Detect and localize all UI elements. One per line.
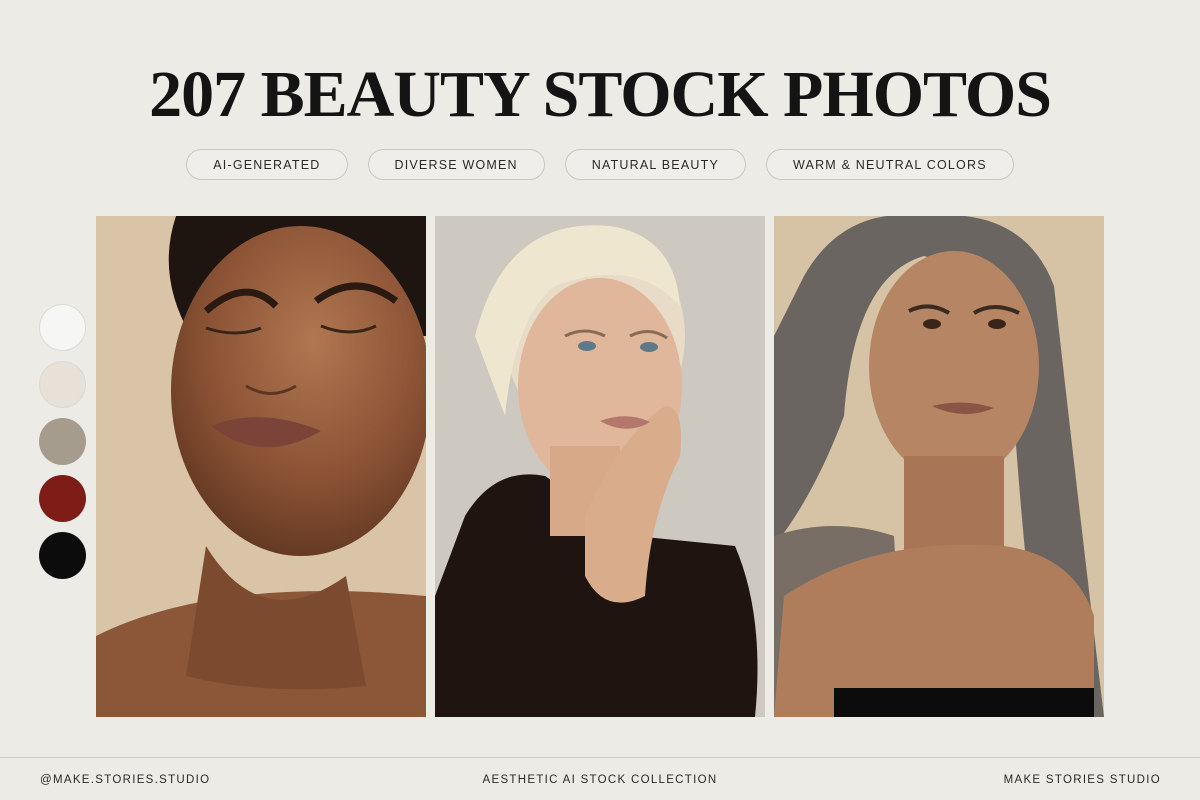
- tag-ai-generated[interactable]: AI-GENERATED: [186, 149, 348, 180]
- swatch-burgundy: [39, 475, 86, 522]
- swatch-cream: [39, 361, 86, 408]
- color-palette: [39, 304, 86, 579]
- swatch-taupe: [39, 418, 86, 465]
- photo-woman-eyes-closed: [96, 216, 426, 717]
- tag-diverse-women[interactable]: DIVERSE WOMEN: [367, 149, 545, 180]
- page-title: 207 BEAUTY STOCK PHOTOS: [149, 58, 1052, 131]
- swatch-white: [39, 304, 86, 351]
- tag-natural-beauty[interactable]: NATURAL BEAUTY: [564, 149, 746, 180]
- swatch-black: [39, 532, 86, 579]
- photo-woman-long-grey-hair: [774, 216, 1104, 717]
- tag-list: AI-GENERATED DIVERSE WOMEN NATURAL BEAUT…: [0, 149, 1200, 180]
- footer-divider: [0, 757, 1200, 758]
- photo-older-woman-blonde: [435, 216, 765, 717]
- tag-warm-neutral-colors[interactable]: WARM & NEUTRAL COLORS: [766, 149, 1014, 180]
- footer-studio: MAKE STORIES STUDIO: [1003, 774, 1161, 786]
